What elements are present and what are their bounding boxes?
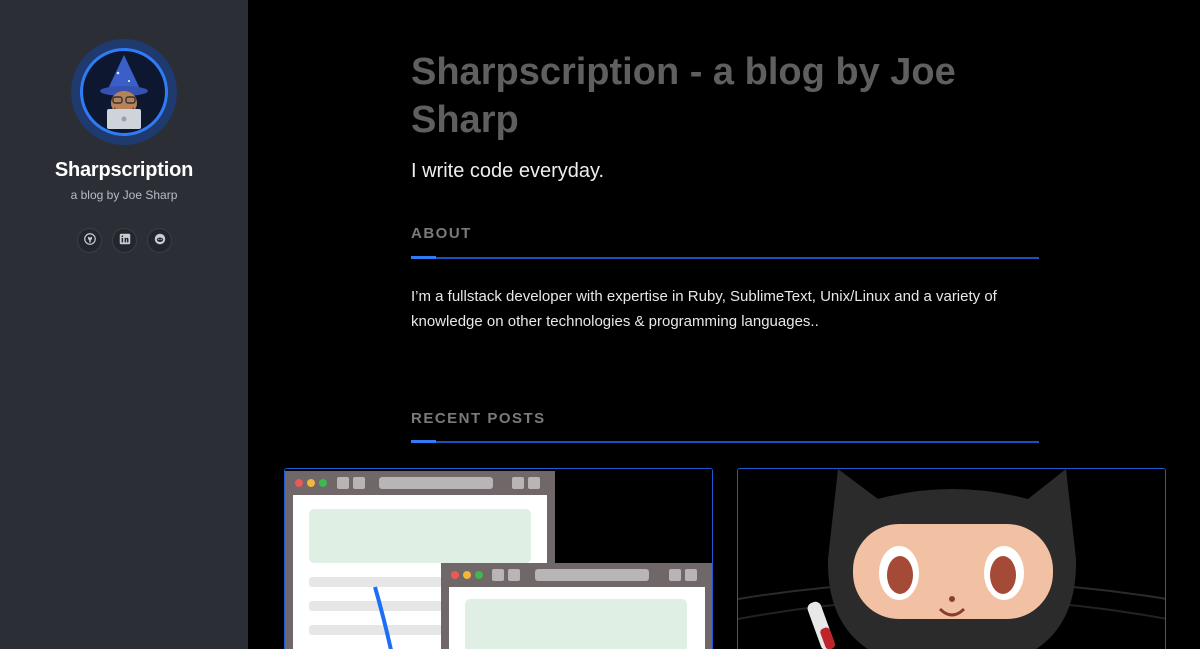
site-tagline: a blog by Joe Sharp <box>70 188 178 202</box>
site-title[interactable]: Sharpscription <box>0 159 248 182</box>
reddit-link[interactable] <box>147 228 172 253</box>
reddit-icon <box>154 232 166 250</box>
recent-posts-divider <box>411 440 1039 443</box>
about-text: I’m a fullstack developer with expertise… <box>411 288 997 330</box>
social-links <box>77 228 172 253</box>
sidebar: Sharpscription a blog by Joe Sharp <box>0 0 248 649</box>
recent-posts-heading: RECENT POSTS <box>411 410 546 427</box>
github-icon <box>83 232 96 250</box>
avatar[interactable] <box>71 39 177 145</box>
github-link[interactable] <box>77 228 102 253</box>
linkedin-link[interactable] <box>112 228 137 253</box>
lead-text: I write code everyday. <box>411 160 605 182</box>
about-divider <box>411 256 1039 259</box>
post-thumbnail-octocat-image <box>738 469 1165 649</box>
about-heading: ABOUT <box>411 225 472 242</box>
linkedin-icon <box>119 232 131 250</box>
main-content: Sharpscription - a blog by Joe Sharp I w… <box>248 0 1200 649</box>
page-title: Sharpscription - a blog by Joe Sharp <box>411 51 956 141</box>
post-thumbnail-windows-image <box>285 469 712 649</box>
post-card[interactable] <box>284 468 713 649</box>
post-card[interactable] <box>737 468 1166 649</box>
avatar-wizard-image <box>80 48 168 136</box>
